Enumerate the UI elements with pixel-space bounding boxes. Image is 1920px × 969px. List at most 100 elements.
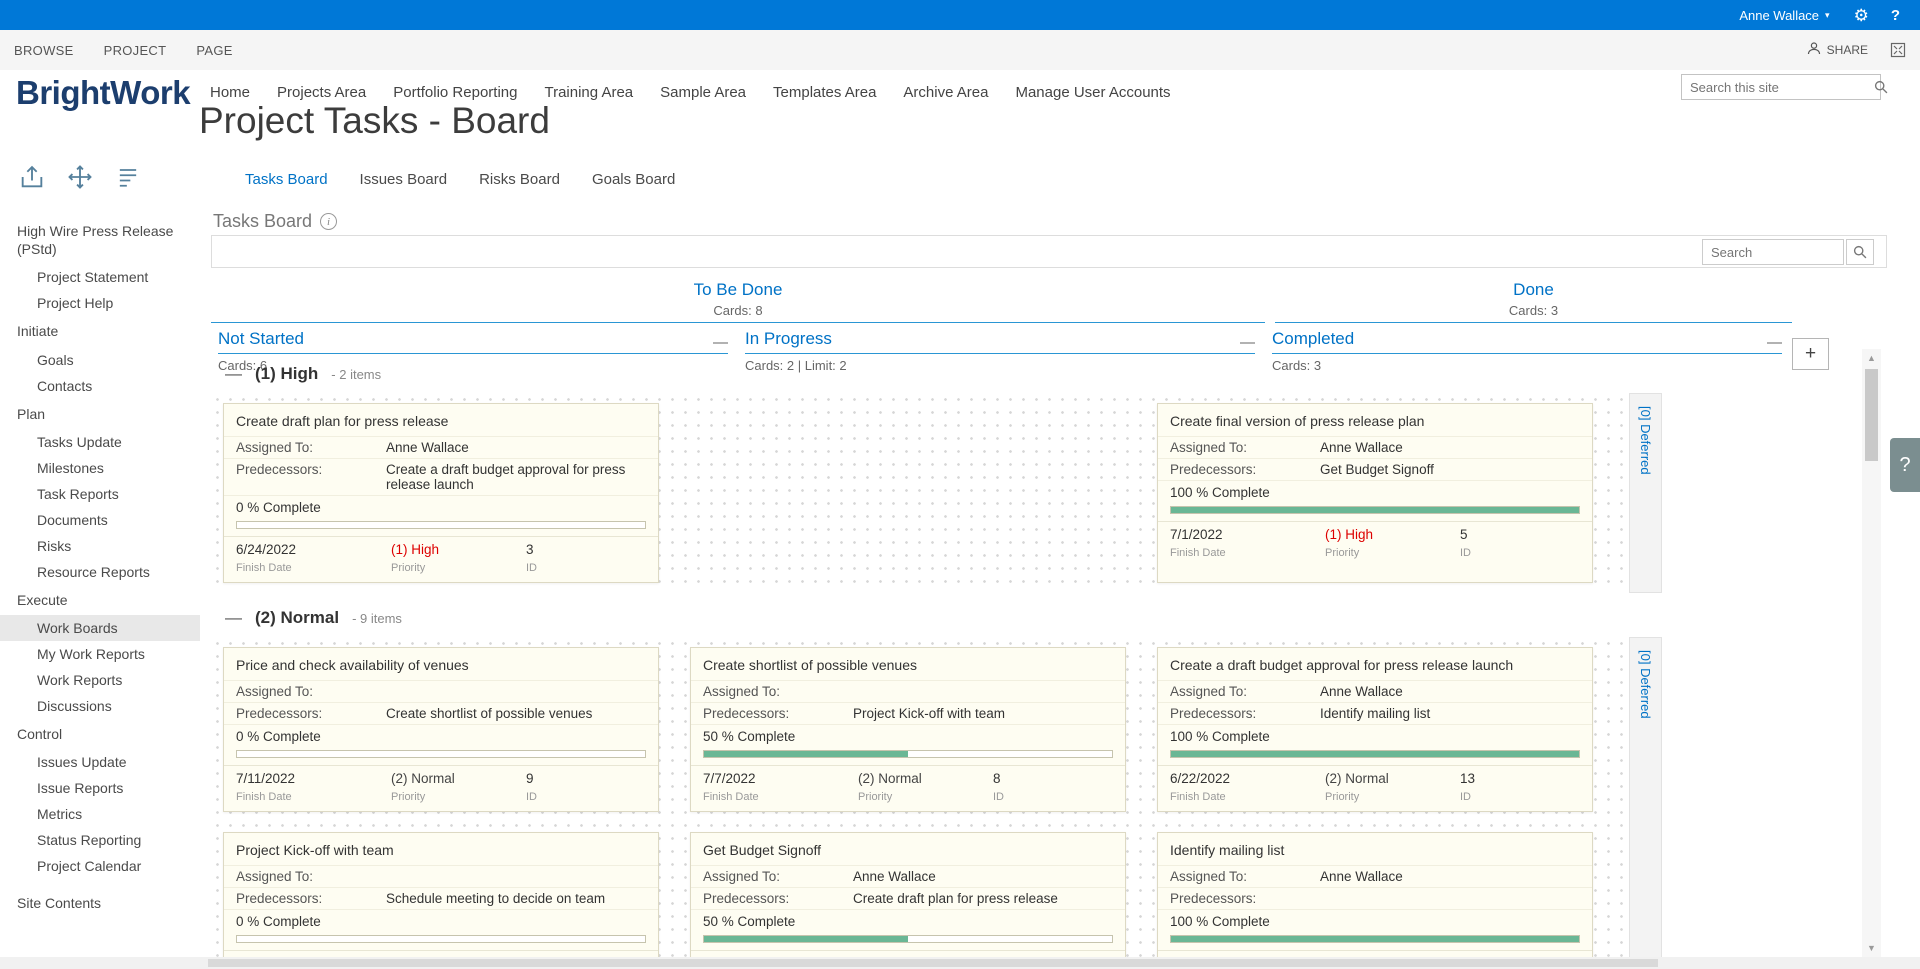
sidebar-item[interactable]: Work Boards (0, 615, 200, 641)
board-lanes: — (1) High - 2 items Create draft plan f… (211, 349, 1859, 957)
horizontal-scrollbar-thumb[interactable] (208, 959, 1658, 967)
group-label[interactable]: Done (1275, 280, 1792, 300)
ribbon-tab-page[interactable]: PAGE (196, 43, 232, 58)
help-panel-tab[interactable]: ? (1890, 438, 1920, 492)
list-icon[interactable] (112, 161, 144, 193)
help-icon[interactable]: ? (1891, 8, 1900, 23)
user-menu[interactable]: Anne Wallace ▾ (1739, 8, 1829, 23)
collapse-column-icon[interactable]: — (1240, 337, 1255, 349)
group-label[interactable]: To Be Done (211, 280, 1265, 300)
sidebar-item[interactable]: Status Reporting (0, 827, 200, 853)
assigned-to-value: Anne Wallace (853, 869, 1113, 884)
collapse-lane-icon[interactable]: — (225, 612, 242, 624)
task-card[interactable]: Identify mailing list Assigned To:Anne W… (1157, 832, 1593, 957)
progress-bar (236, 935, 646, 943)
board-search-input[interactable] (1702, 239, 1844, 265)
brightwork-logo[interactable]: BrightWork (16, 74, 190, 112)
scroll-down-icon[interactable]: ▼ (1862, 939, 1881, 957)
task-card[interactable]: Project Kick-off with team Assigned To: … (223, 832, 659, 957)
column-label[interactable]: In Progress (745, 329, 832, 349)
scroll-up-icon[interactable]: ▲ (1862, 349, 1881, 367)
info-icon[interactable]: i (320, 213, 337, 230)
site-search (1681, 74, 1881, 100)
sidebar-item[interactable]: Issues Update (0, 749, 200, 775)
sidebar-item[interactable]: Work Reports (0, 667, 200, 693)
ribbon-tab-browse[interactable]: BROWSE (14, 43, 74, 58)
deferred-column[interactable]: [0] Deferred (1629, 637, 1662, 957)
top-nav-item[interactable]: Projects Area (277, 84, 366, 101)
top-nav-item[interactable]: Manage User Accounts (1015, 84, 1170, 101)
board-tab[interactable]: Tasks Board (245, 171, 328, 188)
task-card[interactable]: Get Budget Signoff Assigned To:Anne Wall… (690, 832, 1126, 957)
task-card[interactable]: Create shortlist of possible venues Assi… (690, 647, 1126, 812)
top-nav-item[interactable]: Portfolio Reporting (393, 84, 517, 101)
focus-on-content-icon[interactable] (1890, 42, 1906, 58)
collapse-column-icon[interactable]: — (713, 337, 728, 349)
collapse-lane-icon[interactable]: — (225, 368, 242, 380)
board-region: Tasks Board Issues Board Risks Board Goals … (211, 163, 1887, 957)
settings-gear-icon[interactable]: ⚙ (1854, 7, 1869, 24)
progress-bar (236, 750, 646, 758)
sidebar-item[interactable]: Contacts (0, 373, 200, 399)
progress-bar (1170, 506, 1580, 514)
export-icon[interactable] (16, 161, 48, 193)
ribbon-tabs: BROWSE PROJECT PAGE (14, 43, 233, 58)
sidebar-section-header[interactable]: Execute (0, 585, 200, 615)
assigned-to-label: Assigned To: (703, 684, 853, 699)
top-nav-item[interactable]: Archive Area (903, 84, 988, 101)
board-tab[interactable]: Goals Board (592, 171, 675, 188)
percent-complete-label: 100 % Complete (1158, 909, 1592, 933)
sidebar-item[interactable]: Project Help (0, 290, 200, 316)
task-card[interactable]: Create a draft budget approval for press… (1157, 647, 1593, 812)
top-nav-item[interactable]: Training Area (544, 84, 633, 101)
move-icon[interactable] (64, 161, 96, 193)
column-label[interactable]: Not Started (218, 329, 304, 349)
task-card[interactable]: Create final version of press release pl… (1157, 403, 1593, 583)
caret-down-icon: ▾ (1825, 10, 1830, 21)
task-card[interactable]: Create draft plan for press release Assi… (223, 403, 659, 583)
sidebar-item[interactable]: Task Reports (0, 481, 200, 507)
sidebar-item[interactable]: Documents (0, 507, 200, 533)
column-label[interactable]: Completed (1272, 329, 1354, 349)
sidebar-item[interactable]: Risks (0, 533, 200, 559)
search-icon[interactable] (1874, 80, 1895, 94)
sidebar-item[interactable]: Issue Reports (0, 775, 200, 801)
sidebar-item[interactable]: Metrics (0, 801, 200, 827)
card-stats: 6/22/2022Finish Date (2) NormalPriority … (1158, 765, 1592, 811)
top-nav-item[interactable]: Home (210, 84, 250, 101)
sidebar-item[interactable]: My Work Reports (0, 641, 200, 667)
assigned-to-value: Anne Wallace (386, 440, 646, 455)
sidebar-section-header[interactable]: High Wire Press Release (PStd) (0, 216, 200, 264)
sidebar-item[interactable]: Project Statement (0, 264, 200, 290)
ribbon-tab-project[interactable]: PROJECT (104, 43, 167, 58)
top-nav-item[interactable]: Sample Area (660, 84, 746, 101)
sidebar-item[interactable]: Tasks Update (0, 429, 200, 455)
share-button[interactable]: SHARE (1807, 42, 1868, 58)
sidebar-item[interactable]: Discussions (0, 693, 200, 719)
predecessors-label: Predecessors: (236, 891, 386, 906)
board-search-button[interactable] (1846, 239, 1874, 265)
sidebar-item[interactable]: Milestones (0, 455, 200, 481)
scrollbar-thumb[interactable] (1865, 369, 1878, 461)
sidebar-section-header[interactable]: Plan (0, 399, 200, 429)
predecessors-label: Predecessors: (703, 891, 853, 906)
sidebar-section-header[interactable]: Initiate (0, 316, 200, 346)
sidebar-item-site-contents[interactable]: Site Contents (0, 889, 200, 917)
finish-date-value: 7/7/2022 (703, 771, 858, 786)
deferred-column[interactable]: [0] Deferred (1629, 393, 1662, 593)
task-card[interactable]: Price and check availability of venues A… (223, 647, 659, 812)
horizontal-scrollbar[interactable] (0, 957, 1920, 969)
collapse-column-icon[interactable]: — (1767, 337, 1782, 349)
top-nav-item[interactable]: Templates Area (773, 84, 876, 101)
board-tab[interactable]: Issues Board (360, 171, 448, 188)
site-search-input[interactable] (1682, 80, 1874, 95)
sidebar-item[interactable]: Goals (0, 347, 200, 373)
top-nav: Home Projects Area Portfolio Reporting Trai… (210, 84, 1171, 101)
board-vertical-scrollbar[interactable]: ▲ ▼ (1862, 349, 1881, 957)
priority-value: (2) Normal (391, 771, 526, 786)
board-tab[interactable]: Risks Board (479, 171, 560, 188)
sidebar-item[interactable]: Project Calendar (0, 853, 200, 879)
sidebar-item[interactable]: Resource Reports (0, 559, 200, 585)
percent-complete-label: 0 % Complete (224, 724, 658, 748)
sidebar-section-header[interactable]: Control (0, 719, 200, 749)
